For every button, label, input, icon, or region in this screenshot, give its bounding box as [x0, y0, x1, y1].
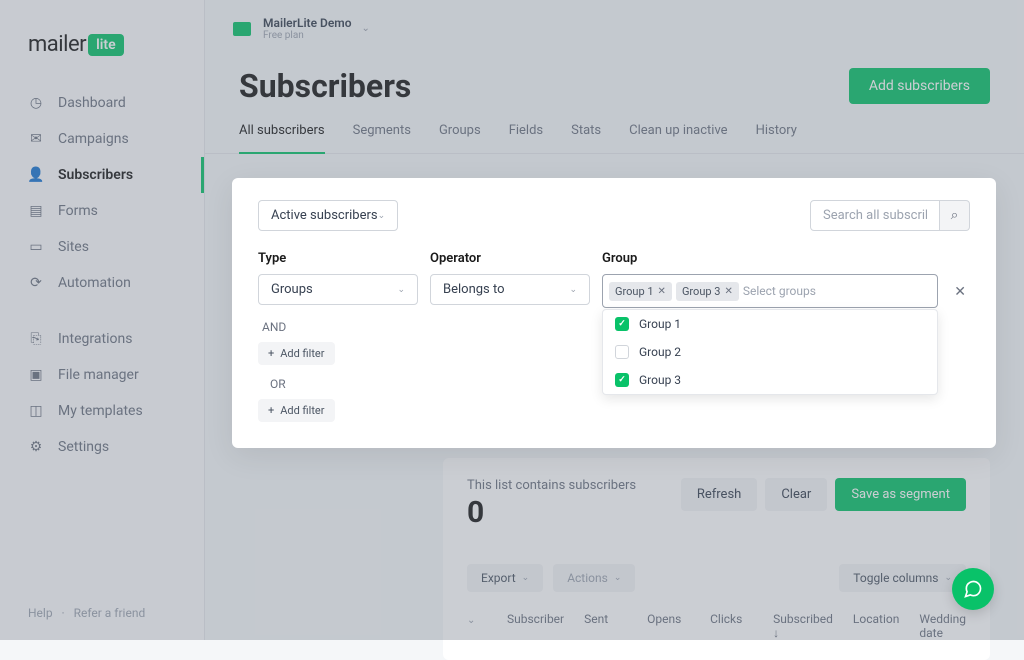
option-label: Group 3 — [639, 373, 681, 387]
option-label: Group 1 — [639, 317, 681, 331]
group-label: Group — [602, 251, 938, 266]
group-multiselect[interactable]: Group 1✕ Group 3✕ — [602, 274, 938, 308]
group-input[interactable] — [743, 284, 931, 298]
search-button[interactable]: ⌕ — [940, 200, 970, 231]
chevron-down-icon: ⌄ — [569, 285, 577, 295]
chat-icon — [963, 579, 983, 599]
chevron-down-icon: ⌄ — [397, 285, 405, 295]
plus-icon: + — [268, 347, 274, 360]
remove-chip-icon[interactable]: ✕ — [658, 286, 666, 297]
option-group-3[interactable]: Group 3 — [603, 366, 937, 394]
operator-value: Belongs to — [443, 282, 505, 297]
plus-icon: + — [268, 404, 274, 417]
option-group-2[interactable]: Group 2 — [603, 338, 937, 366]
checkbox-checked-icon — [615, 317, 629, 331]
search-icon: ⌕ — [951, 208, 958, 223]
status-filter-select[interactable]: Active subscribers ⌄ — [258, 200, 398, 231]
add-filter-or-button[interactable]: + Add filter — [258, 399, 335, 422]
chevron-down-icon: ⌄ — [378, 211, 386, 221]
chip-group-3: Group 3✕ — [676, 282, 739, 301]
chip-label: Group 1 — [615, 285, 654, 298]
type-label: Type — [258, 251, 418, 266]
add-filter-label: Add filter — [280, 347, 324, 360]
add-filter-label: Add filter — [280, 404, 324, 417]
checkbox-unchecked-icon — [615, 345, 629, 359]
add-filter-and-button[interactable]: + Add filter — [258, 342, 335, 365]
type-value: Groups — [271, 282, 313, 297]
chip-group-1: Group 1 ✕ — [609, 282, 672, 301]
help-chat-button[interactable] — [952, 568, 994, 610]
status-filter-value: Active subscribers — [271, 208, 378, 223]
remove-filter-button[interactable]: ✕ — [950, 276, 970, 308]
option-group-1[interactable]: Group 1 — [603, 310, 937, 338]
option-label: Group 2 — [639, 345, 681, 359]
filter-panel: Active subscribers ⌄ ⌕ Type Groups ⌄ Ope… — [232, 178, 996, 448]
chip-label: Group 3 — [682, 285, 721, 298]
search-input[interactable] — [810, 200, 940, 231]
group-dropdown: Group 1 Group 2 Group 3 — [602, 309, 938, 395]
operator-select[interactable]: Belongs to ⌄ — [430, 274, 590, 305]
operator-label: Operator — [430, 251, 590, 266]
type-select[interactable]: Groups ⌄ — [258, 274, 418, 305]
checkbox-checked-icon — [615, 373, 629, 387]
remove-chip-icon[interactable]: ✕ — [724, 286, 732, 297]
